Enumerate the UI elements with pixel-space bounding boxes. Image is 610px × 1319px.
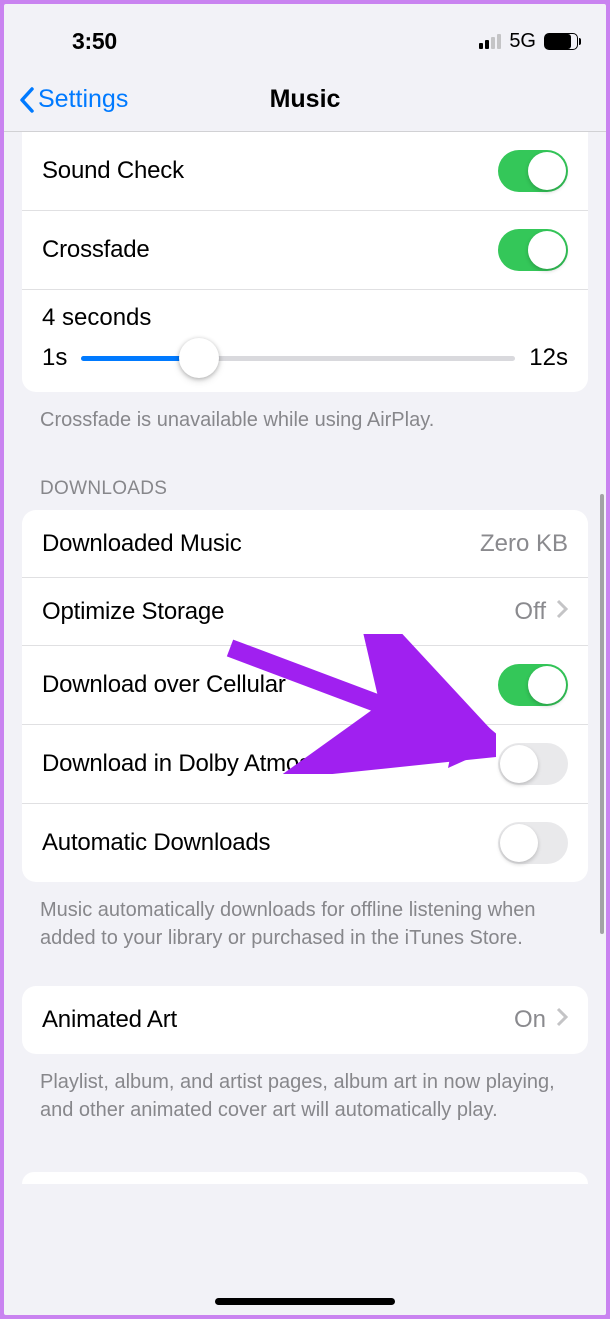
optimize-storage-label: Optimize Storage <box>42 598 224 626</box>
downloads-footer: Music automatically downloads for offlin… <box>4 882 606 960</box>
animated-art-footer: Playlist, album, and artist pages, album… <box>4 1054 606 1132</box>
chevron-left-icon <box>18 86 36 114</box>
download-cellular-label: Download over Cellular <box>42 671 286 699</box>
crossfade-duration-label: 4 seconds <box>42 304 568 332</box>
optimize-storage-value: Off <box>514 598 546 626</box>
download-dolby-row: Download in Dolby Atmos <box>22 725 588 804</box>
download-dolby-toggle[interactable] <box>498 743 568 785</box>
sound-check-toggle[interactable] <box>498 150 568 192</box>
crossfade-toggle[interactable] <box>498 229 568 271</box>
chevron-right-icon <box>556 1006 568 1034</box>
downloads-header: DOWNLOADS <box>4 442 606 510</box>
back-button[interactable]: Settings <box>18 85 128 114</box>
automatic-downloads-toggle[interactable] <box>498 822 568 864</box>
downloaded-music-label: Downloaded Music <box>42 530 242 558</box>
slider-min-label: 1s <box>42 344 67 372</box>
playback-group: Sound Check Crossfade 4 seconds 1s 12s <box>22 132 588 392</box>
cellular-signal-icon <box>479 33 501 49</box>
animated-art-group: Animated Art On <box>22 986 588 1054</box>
sound-check-label: Sound Check <box>42 157 184 185</box>
downloads-group: Downloaded Music Zero KB Optimize Storag… <box>22 510 588 882</box>
optimize-storage-row[interactable]: Optimize Storage Off <box>22 578 588 646</box>
slider-max-label: 12s <box>529 344 568 372</box>
automatic-downloads-row: Automatic Downloads <box>22 804 588 882</box>
sound-check-row: Sound Check <box>22 132 588 211</box>
animated-art-label: Animated Art <box>42 1006 177 1034</box>
next-group-peek <box>22 1172 588 1184</box>
crossfade-label: Crossfade <box>42 236 150 264</box>
slider-thumb[interactable] <box>179 338 219 378</box>
crossfade-footer: Crossfade is unavailable while using Air… <box>4 392 606 442</box>
animated-art-row[interactable]: Animated Art On <box>22 986 588 1054</box>
network-type: 5G <box>509 30 536 53</box>
download-cellular-toggle[interactable] <box>498 664 568 706</box>
home-indicator[interactable] <box>215 1298 395 1305</box>
status-indicators: 5G <box>479 30 578 53</box>
page-title: Music <box>270 85 341 114</box>
crossfade-slider-row: 4 seconds 1s 12s <box>22 290 588 392</box>
crossfade-slider[interactable] <box>81 356 515 361</box>
battery-icon <box>544 33 578 50</box>
status-bar: 3:50 5G <box>4 4 606 68</box>
back-label: Settings <box>38 85 128 114</box>
status-time: 3:50 <box>72 28 117 55</box>
navigation-bar: Settings Music <box>4 68 606 132</box>
device-frame: 3:50 5G Settings Music Sound Check Cross… <box>4 4 606 1315</box>
downloaded-music-row[interactable]: Downloaded Music Zero KB <box>22 510 588 578</box>
chevron-right-icon <box>556 598 568 626</box>
content-scroll[interactable]: Sound Check Crossfade 4 seconds 1s 12s <box>4 132 606 1315</box>
animated-art-value: On <box>514 1006 546 1034</box>
downloaded-music-value: Zero KB <box>480 530 568 558</box>
automatic-downloads-label: Automatic Downloads <box>42 829 270 857</box>
download-dolby-label: Download in Dolby Atmos <box>42 750 311 778</box>
crossfade-row: Crossfade <box>22 211 588 290</box>
download-cellular-row: Download over Cellular <box>22 646 588 725</box>
scroll-indicator <box>600 494 604 934</box>
